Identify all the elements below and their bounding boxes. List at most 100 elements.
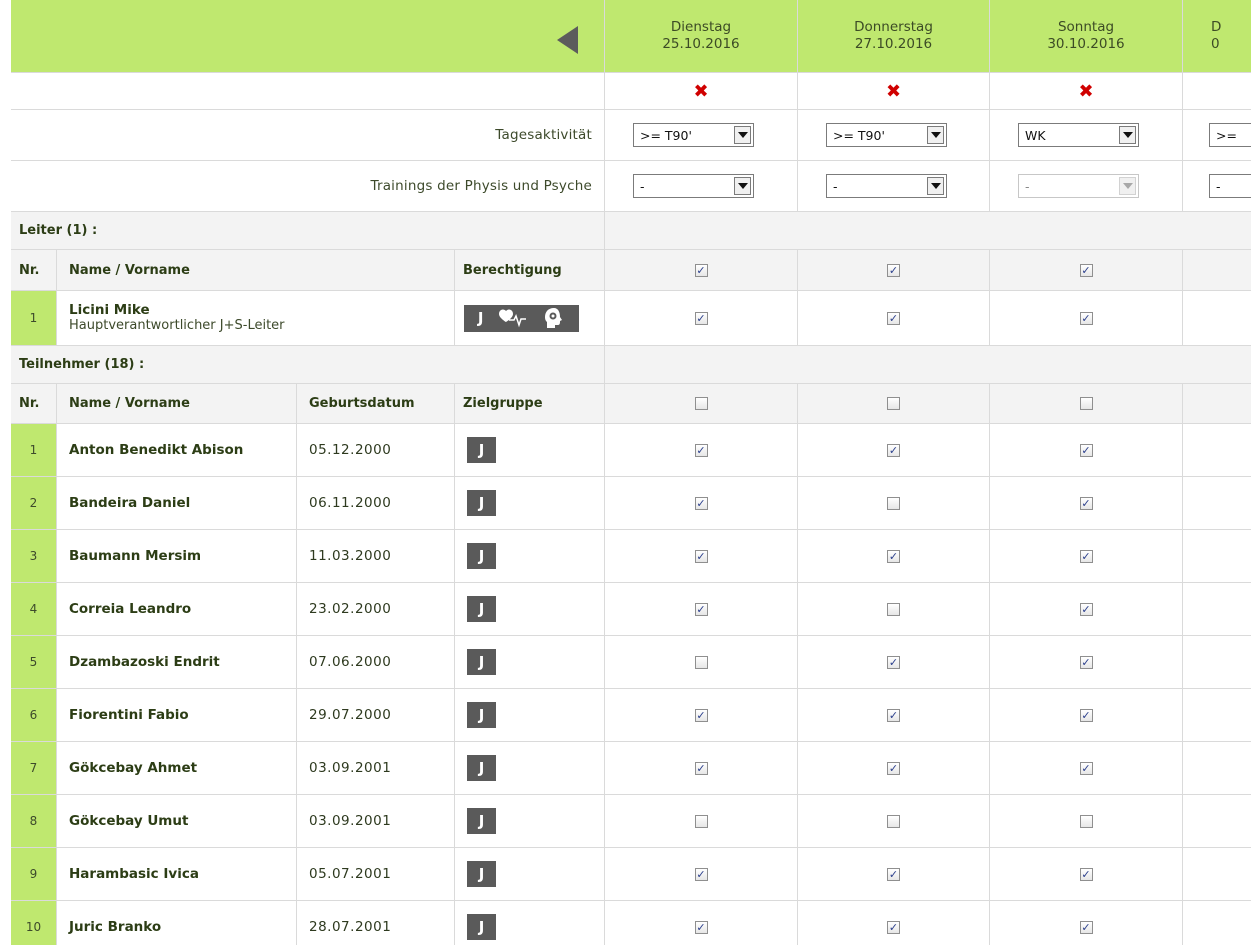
weekday-label: Sonntag	[1057, 19, 1115, 35]
delete-row: ✖ ✖ ✖	[11, 73, 1251, 110]
attendance-checkbox[interactable]	[1079, 397, 1093, 410]
training-select[interactable]: -	[633, 174, 754, 198]
select-value: >=	[1216, 127, 1237, 143]
attendance-checkbox[interactable]: ✓	[694, 549, 708, 563]
birthdate-cell: 07.06.2000	[297, 636, 455, 688]
attendance-checkbox[interactable]: ✓	[1079, 443, 1093, 457]
birthdate: 03.09.2001	[309, 813, 392, 829]
name-cell: Baumann Mersim	[57, 530, 297, 582]
chevron-down-icon[interactable]	[927, 126, 944, 144]
row-nr: 9	[11, 848, 57, 900]
participant-name: Bandeira Daniel	[69, 495, 191, 511]
check-cell	[605, 636, 798, 688]
date-column-4: D 0	[1183, 0, 1251, 72]
attendance-checkbox[interactable]: ✓	[694, 602, 708, 616]
attendance-checkbox[interactable]: ✓	[1079, 602, 1093, 616]
attendance-checkbox[interactable]: ✓	[694, 496, 708, 510]
col-nr: Nr.	[19, 262, 40, 278]
training-select[interactable]: -	[1209, 174, 1251, 198]
check-cell	[1183, 901, 1251, 945]
date-label: 27.10.2016	[854, 36, 933, 52]
birthdate-cell: 11.03.2000	[297, 530, 455, 582]
check-cell	[1183, 689, 1251, 741]
chevron-down-icon[interactable]	[734, 126, 751, 144]
attendance-checkbox[interactable]: ✓	[1079, 708, 1093, 722]
attendance-checkbox[interactable]: ✓	[887, 708, 900, 722]
attendance-checkbox[interactable]: ✓	[1079, 761, 1093, 775]
check-cell: ✓	[990, 848, 1183, 900]
check-cell: ✓	[605, 901, 798, 945]
attendance-checkbox[interactable]: ✓	[694, 867, 708, 881]
col-nr: Nr.	[19, 396, 40, 411]
birthdate: 03.09.2001	[309, 760, 392, 776]
attendance-checkbox[interactable]: ✓	[887, 867, 900, 881]
attendance-checkbox[interactable]: ✓	[887, 920, 900, 934]
attendance-checkbox[interactable]: ✓	[1079, 263, 1093, 277]
activity-select[interactable]: >=	[1209, 123, 1251, 147]
check-cell	[990, 384, 1183, 423]
attendance-checkbox[interactable]: ✓	[887, 263, 900, 277]
check-cell: ✓	[605, 291, 798, 345]
check-cell: ✓	[605, 424, 798, 476]
attendance-checkbox[interactable]	[694, 397, 708, 410]
attendance-checkbox[interactable]	[887, 496, 900, 510]
birthdate-cell: 23.02.2000	[297, 583, 455, 635]
leiter-header-row: Nr. Name / Vorname Berechtigung ✓ ✓ ✓	[11, 250, 1251, 291]
previous-arrow-icon[interactable]	[557, 26, 578, 54]
check-cell	[1183, 250, 1251, 290]
attendance-checkbox[interactable]: ✓	[1079, 920, 1093, 934]
col-name: Name / Vorname	[69, 262, 190, 278]
attendance-checkbox[interactable]: ✓	[694, 708, 708, 722]
row-number: 2	[29, 496, 38, 510]
name-cell: Anton Benedikt Abison	[57, 424, 297, 476]
row-nr: 2	[11, 477, 57, 529]
delete-icon[interactable]: ✖	[693, 81, 708, 102]
attendance-checkbox[interactable]: ✓	[694, 443, 708, 457]
training-select-disabled: -	[1018, 174, 1139, 198]
check-cell: ✓	[605, 689, 798, 741]
attendance-checkbox[interactable]: ✓	[694, 920, 708, 934]
check-cell: ✓	[605, 583, 798, 635]
activity-cell: >= T90'	[798, 110, 990, 160]
zielgruppe-cell: J	[455, 795, 605, 847]
activity-select[interactable]: >= T90'	[633, 123, 754, 147]
attendance-checkbox[interactable]	[887, 814, 900, 828]
attendance-checkbox[interactable]	[887, 397, 900, 410]
check-cell: ✓	[798, 848, 990, 900]
attendance-checkbox[interactable]: ✓	[887, 311, 900, 325]
chevron-down-icon[interactable]	[927, 177, 944, 195]
attendance-checkbox[interactable]	[694, 655, 708, 669]
attendance-checkbox[interactable]: ✓	[887, 549, 900, 563]
activity-select[interactable]: >= T90'	[826, 123, 947, 147]
chevron-down-icon[interactable]	[734, 177, 751, 195]
attendance-checkbox[interactable]: ✓	[1079, 311, 1093, 325]
attendance-checkbox[interactable]	[887, 602, 900, 616]
check-cell: ✓	[798, 636, 990, 688]
check-cell: ✓	[990, 250, 1183, 290]
delete-icon[interactable]: ✖	[1078, 81, 1093, 102]
activity-select[interactable]: WK	[1018, 123, 1139, 147]
zielgruppe-cell: J	[455, 477, 605, 529]
delete-icon[interactable]: ✖	[886, 81, 901, 102]
name-cell: Harambasic Ivica	[57, 848, 297, 900]
attendance-checkbox[interactable]: ✓	[887, 443, 900, 457]
attendance-checkbox[interactable]: ✓	[694, 311, 708, 325]
attendance-checkbox[interactable]: ✓	[1079, 549, 1093, 563]
zielgruppe-cell: J	[455, 583, 605, 635]
attendance-checkbox[interactable]: ✓	[694, 263, 708, 277]
check-cell: ✓	[990, 530, 1183, 582]
attendance-checkbox[interactable]: ✓	[1079, 867, 1093, 881]
attendance-checkbox[interactable]: ✓	[1079, 496, 1093, 510]
attendance-checkbox[interactable]: ✓	[887, 655, 900, 669]
attendance-checkbox[interactable]: ✓	[887, 761, 900, 775]
training-select[interactable]: -	[826, 174, 947, 198]
attendance-checkbox[interactable]	[1079, 814, 1093, 828]
attendance-checkbox[interactable]: ✓	[1079, 655, 1093, 669]
attendance-checkbox[interactable]: ✓	[694, 761, 708, 775]
attendance-checkbox[interactable]	[694, 814, 708, 828]
participant-name: Dzambazoski Endrit	[69, 654, 220, 670]
birthdate: 06.11.2000	[309, 495, 392, 511]
check-cell: ✓	[990, 583, 1183, 635]
chevron-down-icon[interactable]	[1119, 126, 1136, 144]
name-cell: Juric Branko	[57, 901, 297, 945]
